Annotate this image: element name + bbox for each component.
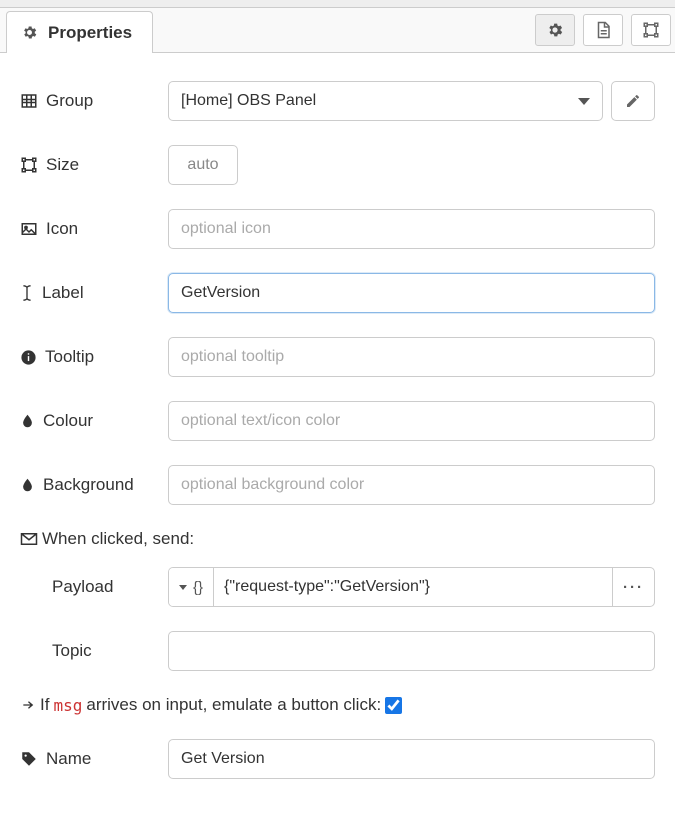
image-icon <box>20 220 38 238</box>
label-group-text: Group <box>46 91 93 111</box>
icon-input[interactable] <box>168 209 655 249</box>
label-size: Size <box>20 155 168 175</box>
row-background: Background <box>20 465 655 505</box>
tab-button-settings[interactable] <box>535 14 575 46</box>
label-icon: Icon <box>20 219 168 239</box>
properties-panel: Group [Home] OBS Panel Size auto Icon <box>0 53 675 823</box>
gear-icon <box>21 24 38 41</box>
row-name: Name <box>20 739 655 779</box>
tag-icon <box>20 750 38 768</box>
tab-properties[interactable]: Properties <box>6 11 153 53</box>
tab-button-layout[interactable] <box>631 14 671 46</box>
row-topic: Topic <box>20 631 655 671</box>
group-select[interactable]: [Home] OBS Panel <box>168 81 603 121</box>
tab-button-docs[interactable] <box>583 14 623 46</box>
top-toolbar <box>0 0 675 8</box>
cursor-text-icon <box>20 284 34 302</box>
if-suffix: arrives on input, emulate a button click… <box>86 695 381 715</box>
row-when-clicked: When clicked, send: <box>20 529 655 549</box>
label-tooltip-text: Tooltip <box>45 347 94 367</box>
label-tooltip: Tooltip <box>20 347 168 367</box>
row-label: Label <box>20 273 655 313</box>
grid-icon <box>20 92 38 110</box>
ellipsis-icon: ··· <box>623 579 644 596</box>
tooltip-input[interactable] <box>168 337 655 377</box>
chevron-down-icon <box>179 585 187 590</box>
label-background-text: Background <box>43 475 134 495</box>
topic-input[interactable] <box>168 631 655 671</box>
document-icon <box>594 21 612 39</box>
group-select-value: [Home] OBS Panel <box>181 92 316 110</box>
bounds-icon <box>20 156 38 174</box>
name-input[interactable] <box>168 739 655 779</box>
row-colour: Colour <box>20 401 655 441</box>
label-payload: Payload <box>20 577 168 597</box>
label-name: Name <box>20 749 168 769</box>
label-group: Group <box>20 91 168 111</box>
row-tooltip: Tooltip <box>20 337 655 377</box>
tabs-row: Properties <box>0 8 675 53</box>
arrow-right-icon <box>20 698 36 712</box>
payload-type-glyph: {} <box>193 579 203 596</box>
size-input[interactable]: auto <box>168 145 238 185</box>
label-size-text: Size <box>46 155 79 175</box>
label-input[interactable] <box>168 273 655 313</box>
if-prefix: If <box>40 695 49 715</box>
when-clicked-text: When clicked, send: <box>42 529 194 549</box>
tint-icon <box>20 412 35 430</box>
payload-expand-button[interactable]: ··· <box>612 568 654 606</box>
payload-input[interactable]: {} {"request-type":"GetVersion"} ··· <box>168 567 655 607</box>
tint-icon <box>20 476 35 494</box>
label-colour-text: Colour <box>43 411 93 431</box>
row-size: Size auto <box>20 145 655 185</box>
tab-properties-label: Properties <box>48 23 132 43</box>
label-icon-text: Icon <box>46 219 78 239</box>
row-payload: Payload {} {"request-type":"GetVersion"}… <box>20 567 655 607</box>
bounds-icon <box>642 21 660 39</box>
info-icon <box>20 349 37 366</box>
pencil-icon <box>625 93 641 109</box>
spacer <box>153 8 531 52</box>
colour-input[interactable] <box>168 401 655 441</box>
payload-value[interactable]: {"request-type":"GetVersion"} <box>214 568 612 606</box>
row-group: Group [Home] OBS Panel <box>20 81 655 121</box>
gear-icon <box>546 21 564 39</box>
label-name-text: Name <box>46 749 91 769</box>
row-emulate-click: If msg arrives on input, emulate a butto… <box>20 695 655 715</box>
label-background: Background <box>20 475 168 495</box>
chevron-down-icon <box>578 98 590 105</box>
row-icon: Icon <box>20 209 655 249</box>
background-input[interactable] <box>168 465 655 505</box>
payload-type-selector[interactable]: {} <box>169 568 214 606</box>
label-topic: Topic <box>20 641 168 661</box>
label-label-text: Label <box>42 283 84 303</box>
envelope-icon <box>20 532 38 546</box>
label-payload-text: Payload <box>52 577 113 597</box>
edit-group-button[interactable] <box>611 81 655 121</box>
label-label: Label <box>20 283 168 303</box>
emulate-click-checkbox[interactable] <box>385 697 402 714</box>
msg-token: msg <box>53 696 82 715</box>
label-topic-text: Topic <box>52 641 92 661</box>
label-colour: Colour <box>20 411 168 431</box>
